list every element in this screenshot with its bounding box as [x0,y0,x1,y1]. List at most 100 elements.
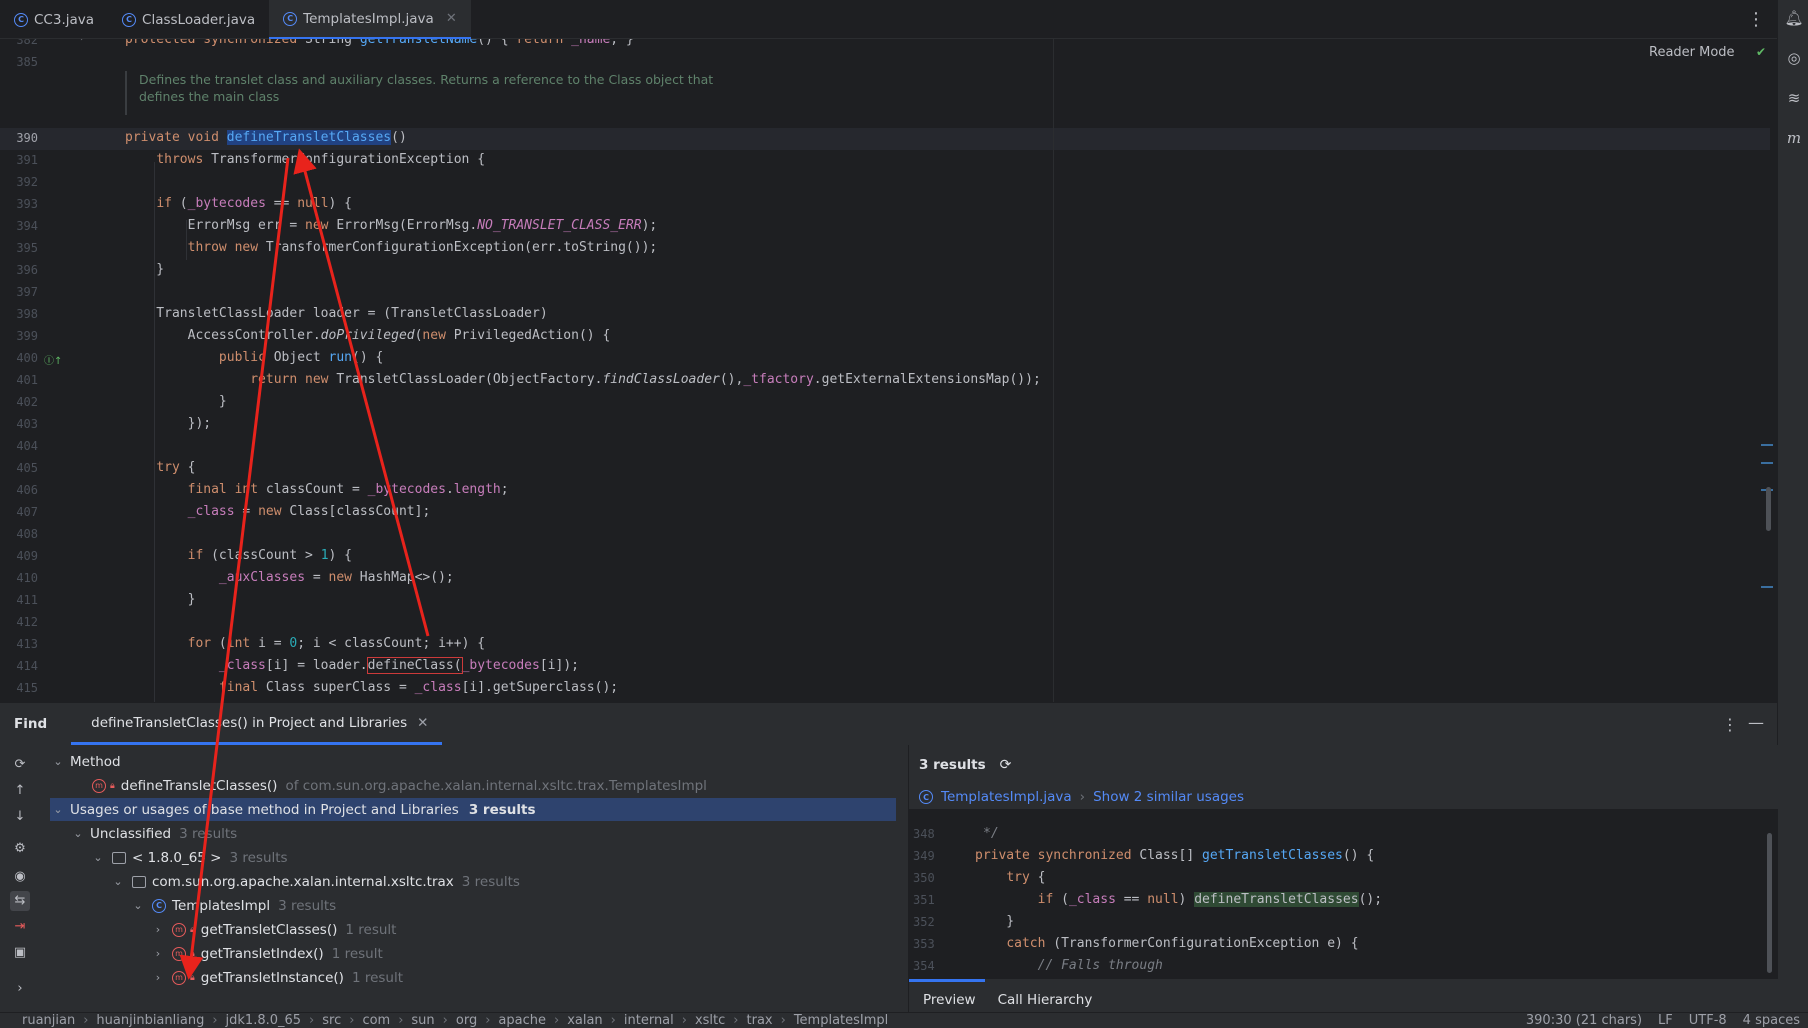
breadcrumb[interactable]: sun [411,1013,434,1028]
breadcrumb[interactable]: huanjinbianliang [96,1013,204,1028]
file-encoding[interactable]: UTF-8 [1689,1013,1727,1028]
line-number: 412 [16,615,38,629]
status-bar: ruanjian › huanjinbianliang › jdk1.8.0_65 ›… [0,1012,1808,1028]
chevron-down-icon: ⌄ [73,827,83,840]
arrow-up-icon[interactable]: ↑ [10,781,30,801]
close-icon[interactable]: ✕ [446,11,457,26]
tree-label: getTransletIndex() [200,945,324,962]
tree-node-jdk[interactable]: ⌄ < 1.8.0_65 > 3 results [90,846,936,869]
preview-file-link[interactable]: TemplatesImpl.java [941,789,1072,805]
code-line: final int classCount = _bytecodes.length… [187,482,509,497]
tab-call-hierarchy[interactable]: Call Hierarchy [998,992,1093,1008]
folder-icon[interactable]: ▣ [10,943,30,963]
refresh-icon[interactable]: ⟳ [1000,757,1012,773]
ai-assistant-icon[interactable]: ◎ [1784,48,1804,68]
tree-label: Unclassified [90,825,172,842]
tree-node-method[interactable]: ⌄ Method [50,750,896,773]
line-number: 410 [16,571,38,585]
chevron-right-icon: › [553,1013,560,1028]
scroll-marker [1761,462,1773,464]
chevron-right-icon: › [155,971,161,984]
lock-icon: 🔒︎ [190,972,195,983]
code-line: _auxClasses = new HashMap<>(); [218,570,454,585]
tree-node-usage-method[interactable]: › m 🔒︎ getTransletClasses() 1 result [150,918,996,941]
settings-icon[interactable]: ⚙ [10,839,30,859]
breadcrumb[interactable]: ruanjian [22,1013,75,1028]
tab-label: CC3.java [34,11,95,28]
line-number: 398 [16,307,38,321]
chevron-right-icon: › [442,1013,448,1028]
line-number: 413 [16,637,38,651]
preview-scrollbar[interactable] [1767,833,1772,973]
group-by-icon[interactable]: ⇆ [10,891,30,911]
maven-icon[interactable]: m [1784,128,1804,148]
more-icon[interactable]: ⋮ [1744,0,1768,39]
editor-scrollbar[interactable] [1766,487,1771,531]
arrow-down-icon[interactable]: ↓ [10,807,30,827]
line-number: 411 [16,593,38,607]
chevron-right-icon: › [780,1013,786,1028]
active-tab-indicator [909,979,985,982]
tree-node-usage-method[interactable]: › m 🔒︎ getTransletIndex() 1 result [150,942,996,965]
tree-node-usage-method[interactable]: › m 🔒︎ getTransletInstance() 1 result [150,966,996,989]
breadcrumb[interactable]: com [362,1013,390,1028]
tab-classloader[interactable]: C ClassLoader.java [108,0,269,39]
method-icon: m [172,946,186,961]
override-gutter-icon[interactable]: Ⓘ↑ [44,352,62,367]
lock-icon: 🔒︎ [190,924,195,935]
expand-icon[interactable]: › [10,979,30,999]
line-number: 391 [16,153,38,167]
code-line: private synchronized Class[] getTranslet… [975,848,1375,863]
indent-setting[interactable]: 4 spaces [1743,1013,1800,1028]
preview-header: 3 results ⟳ [909,745,1778,785]
breadcrumb[interactable]: TemplatesImpl [794,1013,888,1028]
minimize-icon[interactable]: — [1748,713,1764,732]
breadcrumb[interactable]: xalan [567,1013,602,1028]
more-icon[interactable]: ⋮ [1722,715,1738,734]
line-number: 408 [16,527,38,541]
chevron-down-icon: ⌄ [53,755,63,768]
usages-tree[interactable]: ⌄ Method m 🔒︎ defineTransletClasses() of… [50,745,910,1021]
find-results-tab[interactable]: defineTransletClasses() in Project and L… [71,703,443,745]
line-number: 407 [16,505,38,519]
show-similar-usages-link[interactable]: Show 2 similar usages [1093,789,1244,805]
breadcrumb[interactable]: org [456,1013,477,1028]
tree-label: com.sun.org.apache.xalan.internal.xsltc.… [152,873,454,890]
chevron-right-icon: › [212,1013,218,1028]
breadcrumb[interactable]: jdk1.8.0_65 [226,1013,302,1028]
code-editor[interactable]: 382 385 390 391 392 393 394 395 396 397 … [0,39,1777,702]
navigate-icon[interactable]: ⇥ [10,917,30,937]
tab-preview[interactable]: Preview [923,992,976,1008]
tab-label: ClassLoader.java [142,11,256,28]
find-title: Find [14,716,48,732]
caret-position[interactable]: 390:30 (21 chars) [1526,1013,1642,1028]
line-number: 395 [16,241,38,255]
database-icon[interactable]: ≋ [1784,88,1804,108]
reader-mode-label[interactable]: Reader Mode [1649,45,1735,60]
breadcrumb[interactable]: xsltc [695,1013,725,1028]
chevron-right-icon: › [733,1013,739,1028]
fold-icon[interactable]: › [80,39,84,44]
usage-preview-pane: 3 results ⟳ C TemplatesImpl.java › Show … [908,745,1778,1021]
check-icon: ✔ [1756,45,1767,59]
breadcrumb[interactable]: internal [624,1013,674,1028]
code-line: try { [156,460,196,475]
breadcrumb[interactable]: trax [747,1013,773,1028]
tree-count: 1 result [331,945,383,962]
tree-node-usages[interactable]: ⌄ Usages or usages of base method in Pro… [50,798,896,821]
code-line: } [125,394,227,409]
preview-eye-icon[interactable]: ◉ [10,867,30,887]
close-icon[interactable]: ✕ [417,715,428,731]
tab-templatesimpl[interactable]: C TemplatesImpl.java ✕ [269,0,471,39]
tree-node-class[interactable]: ⌄ C TemplatesImpl 3 results [130,894,976,917]
tree-node-unclassified[interactable]: ⌄ Unclassified 3 results [70,822,916,845]
breadcrumb[interactable]: apache [498,1013,546,1028]
tree-node-target-method[interactable]: m 🔒︎ defineTransletClasses() of com.sun.… [92,774,938,797]
rerun-icon[interactable]: ⟳ [10,755,30,775]
breadcrumb[interactable]: src [322,1013,341,1028]
tree-node-package[interactable]: ⌄ com.sun.org.apache.xalan.internal.xslt… [110,870,956,893]
code-line: for (int i = 0; i < classCount; i++) { [187,636,486,651]
notifications-icon[interactable]: 🔔︎ [1784,8,1804,28]
tab-cc3[interactable]: C CC3.java [0,0,108,39]
line-separator[interactable]: LF [1658,1013,1673,1028]
